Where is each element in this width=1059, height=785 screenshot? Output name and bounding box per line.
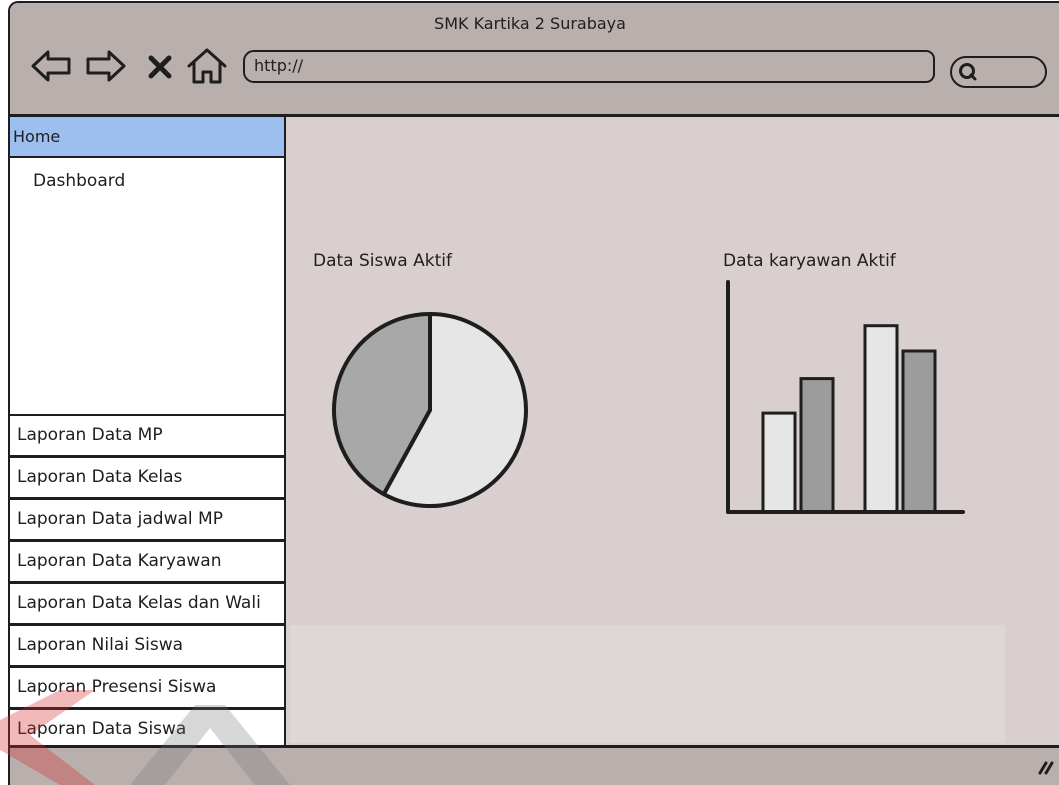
back-button[interactable] xyxy=(30,49,72,83)
sidebar-item-laporan-data-mp[interactable]: Laporan Data MP xyxy=(10,414,286,456)
resize-grip-shape xyxy=(1038,761,1054,775)
pie-chart-title: Data Siswa Aktif xyxy=(313,251,452,271)
browser-window: SMK Kartika 2 Surabaya http:// Home Dash… xyxy=(8,1,1059,785)
sidebar-item-label: Laporan Data Kelas xyxy=(17,467,183,487)
sidebar-item-label: Laporan Data MP xyxy=(17,425,163,445)
home-icon xyxy=(187,48,227,84)
home-button[interactable] xyxy=(186,47,228,85)
pie-chart xyxy=(331,312,528,508)
sidebar-item-laporan-data-kelas[interactable]: Laporan Data Kelas xyxy=(10,456,286,498)
url-input[interactable]: http:// xyxy=(243,50,935,83)
sidebar-item-laporan-data-kelas-dan-wali[interactable]: Laporan Data Kelas dan Wali xyxy=(10,582,286,624)
bar-chart xyxy=(726,280,965,514)
sidebar-item-label: Laporan Data Kelas dan Wali xyxy=(17,593,261,613)
sidebar-item-label: Laporan Nilai Siswa xyxy=(17,635,184,655)
bar xyxy=(901,349,937,514)
bar xyxy=(863,324,899,514)
title-bar: SMK Kartika 2 Surabaya http:// xyxy=(10,3,1059,117)
close-icon xyxy=(148,55,172,79)
status-bar xyxy=(10,745,1059,785)
search-icon xyxy=(959,63,977,81)
sidebar-item-laporan-data-jadwal-mp[interactable]: Laporan Data jadwal MP xyxy=(10,498,286,540)
stop-button[interactable] xyxy=(147,54,173,80)
sidebar-item-label: Laporan Data Siswa xyxy=(17,719,187,739)
sidebar-item-dashboard[interactable]: Dashboard xyxy=(33,171,125,191)
bar-chart-title: Data karyawan Aktif xyxy=(723,251,896,271)
sidebar-item-label: Laporan Data Karyawan xyxy=(17,551,222,571)
sidebar-item-home[interactable]: Home xyxy=(10,117,286,158)
sidebar-subpanel: Dashboard xyxy=(10,158,286,414)
bar xyxy=(799,377,835,514)
forward-arrow-shape xyxy=(86,50,126,82)
home-shape xyxy=(187,48,227,84)
sidebar: Home Dashboard Laporan Data MP Laporan D… xyxy=(10,117,286,753)
forward-button[interactable] xyxy=(85,49,127,83)
sidebar-item-laporan-presensi-siswa[interactable]: Laporan Presensi Siswa xyxy=(10,666,286,708)
forward-arrow-icon xyxy=(86,50,126,82)
sidebar-item-laporan-data-siswa[interactable]: Laporan Data Siswa xyxy=(10,708,286,750)
sidebar-item-label: Laporan Data jadwal MP xyxy=(17,509,223,529)
resize-grip-icon[interactable] xyxy=(1035,756,1055,776)
close-shape xyxy=(148,55,172,79)
sidebar-item-laporan-nilai-siswa[interactable]: Laporan Nilai Siswa xyxy=(10,624,286,666)
url-text: http:// xyxy=(254,56,304,75)
sidebar-item-label: Home xyxy=(13,127,61,146)
back-arrow-shape xyxy=(31,50,71,82)
sidebar-item-label: Laporan Presensi Siswa xyxy=(17,677,217,697)
sidebar-item-laporan-data-karyawan[interactable]: Laporan Data Karyawan xyxy=(10,540,286,582)
search-input[interactable] xyxy=(950,56,1047,88)
bar xyxy=(761,411,797,514)
back-arrow-icon xyxy=(31,50,71,82)
search-handle xyxy=(969,73,977,81)
window-title: SMK Kartika 2 Surabaya xyxy=(434,14,626,33)
